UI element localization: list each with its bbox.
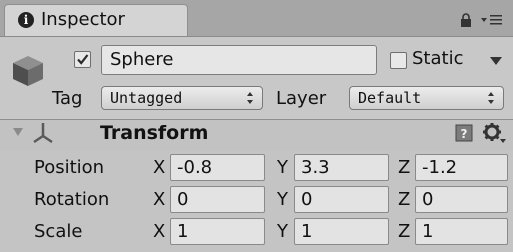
active-checkbox[interactable]: [74, 51, 91, 68]
position-z-label[interactable]: Z: [398, 157, 410, 178]
rotation-y-label[interactable]: Y: [277, 189, 288, 210]
rotation-z-field[interactable]: 0: [415, 186, 508, 213]
layer-value: Default: [358, 89, 422, 107]
rotation-x-field[interactable]: 0: [170, 186, 265, 213]
help-icon[interactable]: ?: [454, 123, 474, 143]
position-z-field[interactable]: -1.2: [415, 154, 508, 181]
tab-label: Inspector: [41, 9, 125, 30]
scale-y-label[interactable]: Y: [277, 221, 288, 242]
transform-title: Transform: [100, 122, 209, 144]
transform-header[interactable]: [0, 120, 513, 150]
position-y-field[interactable]: 3.3: [294, 154, 389, 181]
layer-dropdown[interactable]: Default: [349, 86, 504, 110]
scale-z-field[interactable]: 1: [415, 218, 508, 245]
select-arrows-icon: [247, 92, 253, 104]
tag-label: Tag: [52, 88, 83, 109]
static-checkbox[interactable]: [390, 52, 407, 69]
tag-value: Untagged: [110, 89, 183, 107]
foldout-arrow-icon[interactable]: [12, 126, 24, 138]
gear-icon[interactable]: [482, 122, 506, 144]
scale-x-label[interactable]: X: [153, 221, 165, 242]
static-dropdown-icon[interactable]: [488, 56, 504, 66]
rotation-z-label[interactable]: Z: [398, 189, 410, 210]
scale-z-label[interactable]: Z: [398, 221, 410, 242]
panel-menu-icon[interactable]: [481, 13, 503, 27]
gameobject-name-field[interactable]: Sphere: [101, 45, 377, 75]
position-x-field[interactable]: -0.8: [170, 154, 265, 181]
scale-y-field[interactable]: 1: [294, 218, 389, 245]
position-y-label[interactable]: Y: [277, 157, 288, 178]
svg-text:?: ?: [461, 127, 468, 141]
layer-label: Layer: [276, 88, 327, 109]
scale-label: Scale: [34, 221, 83, 242]
rotation-label: Rotation: [34, 189, 110, 210]
select-arrows-icon: [488, 92, 494, 104]
static-label: Static: [412, 48, 464, 69]
rotation-x-label[interactable]: X: [153, 189, 165, 210]
transform-icon: [33, 123, 53, 144]
position-label: Position: [34, 157, 105, 178]
gameobject-cube-icon: [13, 56, 43, 86]
scale-x-field[interactable]: 1: [170, 218, 265, 245]
rotation-y-field[interactable]: 0: [294, 186, 389, 213]
tab-inspector[interactable]: i Inspector: [4, 4, 188, 36]
info-icon: i: [18, 12, 34, 28]
checkmark-icon: [77, 54, 89, 65]
tag-dropdown[interactable]: Untagged: [101, 86, 263, 110]
position-x-label[interactable]: X: [153, 157, 165, 178]
inspector-panel: i Inspector Sphere Static Tag Untagged L…: [0, 0, 513, 252]
lock-icon[interactable]: [459, 13, 473, 27]
